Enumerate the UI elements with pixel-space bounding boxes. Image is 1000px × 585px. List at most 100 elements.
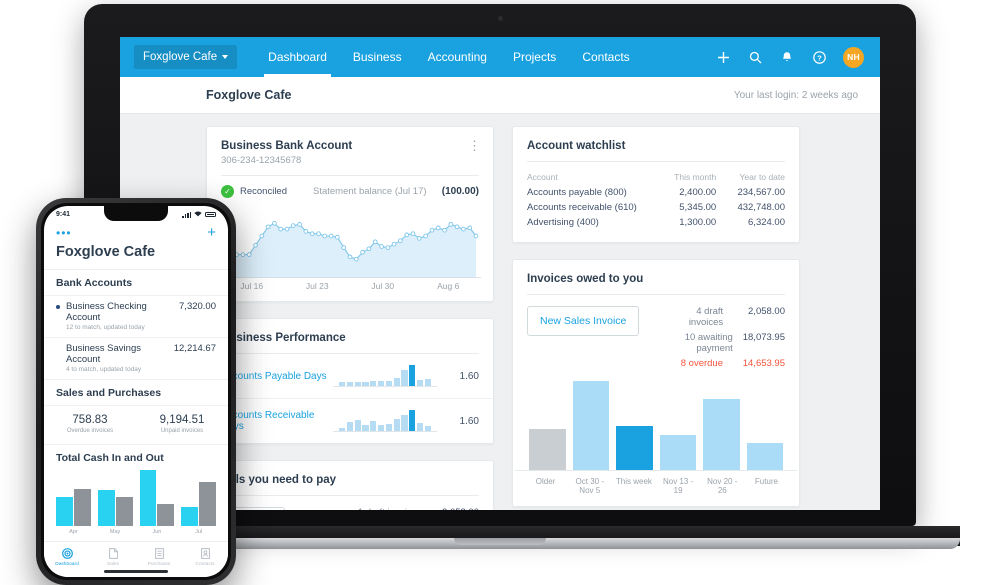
cell-this-month: 2,400.00 — [679, 187, 717, 198]
axis-tick: May — [109, 529, 121, 535]
bank-balance-area-chart — [219, 206, 481, 278]
contact-card-icon — [182, 547, 228, 560]
bar-group — [139, 470, 175, 526]
invoices-stat-row-overdue: 8 overdue 14,653.95 — [681, 358, 785, 369]
performance-label[interactable]: Accounts Receivable Days — [221, 410, 333, 432]
help-icon[interactable]: ? — [811, 49, 827, 65]
bills-summary-row: New Bill 1 draft invoice 2,058.00 14 awa… — [207, 496, 493, 510]
top-navigation-bar: Foxglove Cafe Dashboard Business Account… — [120, 37, 880, 77]
table-header-row: Account This month Year to date — [513, 168, 799, 185]
phone-org-title: Foxglove Cafe — [56, 244, 156, 260]
bank-card-header: Business Bank Account 306-234-12345678 — [207, 127, 493, 175]
stat-overdue[interactable]: 758.83 Overdue invoices — [44, 414, 136, 434]
dashboard-left-column: ⋮ Business Bank Account 306-234-12345678… — [206, 126, 494, 510]
bank-card-title: Business Bank Account — [221, 140, 353, 152]
invoices-card-header: Invoices owed to you — [513, 260, 799, 294]
bar — [572, 381, 609, 470]
axis-tick: Nov 13 - 19 — [662, 477, 694, 495]
plus-icon[interactable]: + — [207, 225, 216, 240]
org-switcher-button[interactable]: Foxglove Cafe — [134, 45, 238, 69]
more-dots-icon[interactable]: ••• — [56, 227, 72, 239]
cell-this-month: 1,300.00 — [679, 217, 717, 228]
wifi-icon — [194, 211, 202, 219]
list-item[interactable]: Business Savings Account 4 to match, upd… — [44, 337, 228, 379]
bar — [703, 398, 740, 470]
axis-tick: Aug 6 — [437, 281, 460, 291]
phone-bezel: 9:41 ••• + Foxglove Cafe Bank Accounts B… — [41, 203, 231, 580]
bank-account-card: ⋮ Business Bank Account 306-234-12345678… — [206, 126, 494, 302]
nav-item-business[interactable]: Business — [340, 37, 415, 77]
performance-label[interactable]: Accounts Payable Days — [221, 371, 333, 382]
tab-label: Purchases — [147, 561, 171, 567]
nav-item-accounting[interactable]: Accounting — [415, 37, 500, 77]
axis-tick: Older — [535, 477, 556, 486]
home-indicator — [104, 570, 168, 573]
nav-label: Dashboard — [268, 50, 327, 64]
nav-item-dashboard[interactable]: Dashboard — [255, 37, 340, 77]
tab-contacts[interactable]: Contacts — [182, 547, 228, 567]
kebab-menu-icon[interactable]: ⋮ — [468, 139, 481, 152]
bell-icon[interactable] — [779, 49, 795, 65]
selected-dot-icon — [56, 347, 60, 351]
signal-icon — [182, 211, 191, 218]
invoices-stat-amount: 2,058.00 — [748, 306, 785, 317]
laptop-notch-dip — [454, 538, 546, 545]
performance-row-receivable[interactable]: Accounts Receivable Days 1.60 — [207, 398, 493, 443]
account-name: Business Checking Account — [66, 301, 147, 323]
account-balance: 7,320.00 — [179, 301, 216, 312]
performance-row-payable[interactable]: Accounts Payable Days 1.60 — [207, 354, 493, 398]
bills-stat-row: 1 draft invoice 2,058.00 — [358, 507, 479, 510]
bills-stat-label: 1 draft invoice — [358, 507, 417, 510]
plus-icon[interactable] — [715, 49, 731, 65]
battery-icon — [205, 211, 216, 218]
stat-caption: Unpaid invoices — [160, 428, 204, 434]
list-icon — [136, 547, 182, 560]
invoices-summary-row: New Sales Invoice 4 draft invoices 2,058… — [513, 295, 799, 381]
performance-sparkline — [333, 410, 437, 432]
table-row[interactable]: Accounts payable (800) 2,400.00 234,567.… — [513, 185, 799, 200]
nav-item-contacts[interactable]: Contacts — [569, 37, 642, 77]
nav-item-projects[interactable]: Projects — [500, 37, 569, 77]
nav-label: Projects — [512, 50, 557, 64]
tab-dashboard[interactable]: Dashboard — [44, 547, 90, 567]
bills-stats: 1 draft invoice 2,058.00 14 awaiting pay… — [330, 507, 479, 510]
tab-purchases[interactable]: Purchases — [136, 547, 182, 567]
account-info: Business Savings Account 4 to match, upd… — [66, 343, 168, 373]
reconciled-status: ✓ Reconciled — [221, 185, 287, 198]
bar — [659, 435, 696, 470]
chevron-down-icon — [222, 55, 229, 59]
stat-unpaid[interactable]: 9,194.51 Unpaid invoices — [136, 414, 228, 434]
performance-sparkline — [333, 365, 437, 387]
tab-label: Dashboard — [55, 561, 79, 567]
invoices-owed-card: Invoices owed to you New Sales Invoice 4… — [512, 259, 800, 507]
dashboard-icon — [44, 547, 90, 560]
performance-value: 1.60 — [459, 370, 479, 382]
list-item[interactable]: Business Checking Account 12 to match, u… — [44, 295, 228, 337]
invoices-stat-amount: 14,653.95 — [742, 358, 785, 369]
tab-label: Sales — [107, 561, 119, 567]
table-row[interactable]: Advertising (400) 1,300.00 6,324.00 — [513, 215, 799, 230]
page-subheader: Foxglove Cafe Your last login: 2 weeks a… — [120, 77, 880, 114]
avatar[interactable]: NH — [843, 46, 864, 68]
phone-body: 9:41 ••• + Foxglove Cafe Bank Accounts B… — [36, 198, 236, 585]
tab-sales[interactable]: Sales — [90, 547, 136, 567]
axis-tick: Jul 23 — [305, 281, 329, 291]
invoices-chart-axis: Older Oct 30 - Nov 5 This week Nov 13 - 19 N… — [513, 471, 799, 506]
axis-tick: Nov 20 - 26 — [707, 477, 738, 495]
bank-status-row: ✓ Reconciled Statement balance (Jul 17) … — [207, 176, 493, 204]
bar — [529, 429, 566, 470]
nav-label: Contacts — [582, 50, 630, 64]
performance-card-header: Business Performance — [207, 319, 493, 353]
dashboard-right-column: Account watchlist Account This month Yea… — [512, 126, 800, 510]
cell-account: Advertising (400) — [527, 217, 599, 228]
phone-chart-axis: Apr May Jun Jul — [44, 526, 228, 535]
axis-tick: Future — [754, 477, 778, 486]
phone-sales-stats: 758.83 Overdue invoices 9,194.51 Unpaid … — [44, 405, 228, 444]
invoices-stat-amount: 18,073.95 — [742, 332, 785, 343]
axis-tick: Jul 30 — [371, 281, 395, 291]
new-sales-invoice-button[interactable]: New Sales Invoice — [527, 306, 640, 336]
search-icon[interactable] — [747, 49, 763, 65]
check-circle-icon: ✓ — [221, 185, 234, 198]
table-row[interactable]: Accounts receivable (610) 5,345.00 432,7… — [513, 200, 799, 215]
watchlist-card-header: Account watchlist — [513, 127, 799, 161]
